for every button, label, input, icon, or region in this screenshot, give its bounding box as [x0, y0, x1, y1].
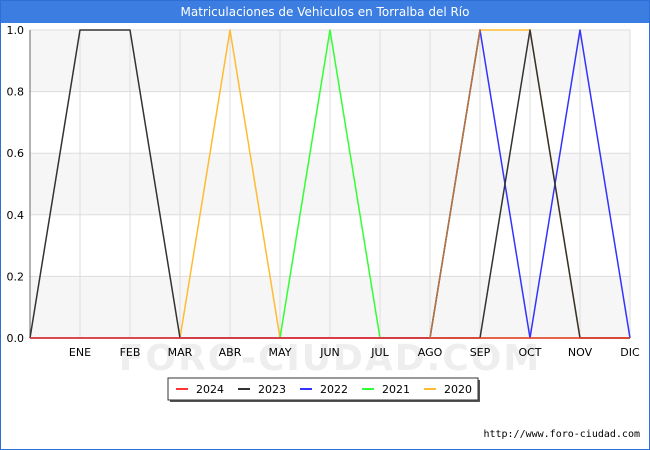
- x-tick-label: MAR: [168, 346, 193, 359]
- line-chart: FORO-CIUDAD.COM0.00.20.40.60.81.0ENE FEB M…: [7, 24, 641, 440]
- y-tick-label: 0.4: [7, 209, 25, 222]
- legend-label-2021: 2021: [382, 383, 410, 396]
- x-tick-label: DIC: [620, 346, 640, 359]
- y-tick-label: 1.0: [7, 24, 25, 37]
- y-tick-label: 0.0: [7, 332, 25, 345]
- x-tick-label: OCT: [518, 346, 541, 359]
- x-tick-label: SEP: [470, 346, 491, 359]
- x-tick-label: ABR: [219, 346, 242, 359]
- y-tick-label: 0.8: [7, 86, 25, 99]
- legend-label-2024: 2024: [196, 383, 224, 396]
- legend-label-2023: 2023: [258, 383, 286, 396]
- y-tick-label: 0.6: [7, 147, 25, 160]
- x-tick-label: NOV: [568, 346, 593, 359]
- x-tick-label: JUN: [319, 346, 340, 359]
- x-tick-label: ENE: [69, 346, 91, 359]
- x-tick-label: FEB: [120, 346, 141, 359]
- y-tick-label: 0.2: [7, 270, 25, 283]
- x-tick-label: MAY: [269, 346, 292, 359]
- x-tick-label: AGO: [418, 346, 443, 359]
- x-tick-label: JUL: [370, 346, 389, 359]
- legend-label-2022: 2022: [320, 383, 348, 396]
- source-url: http://www.foro-ciudad.com: [483, 429, 640, 440]
- legend-label-2020: 2020: [444, 383, 472, 396]
